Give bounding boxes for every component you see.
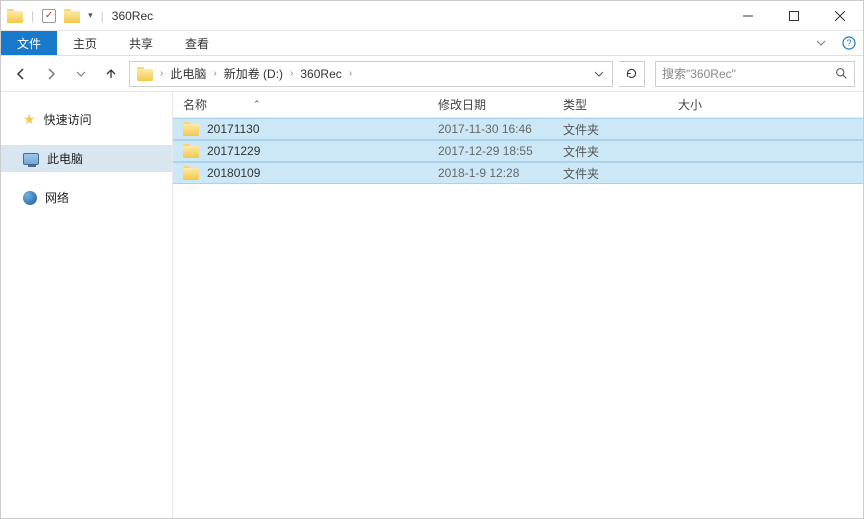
ribbon-tabs: 文件 主页 共享 查看 ?	[1, 31, 863, 56]
refresh-button[interactable]	[619, 61, 645, 87]
search-placeholder: 搜索"360Rec"	[662, 65, 736, 82]
help-icon[interactable]: ?	[835, 31, 863, 55]
qat-separator-2: |	[101, 9, 104, 23]
file-name: 20180109	[207, 166, 260, 180]
app-folder-icon	[7, 9, 23, 23]
sidebar-item-label: 网络	[45, 189, 69, 206]
breadcrumb[interactable]: › 此电脑 › 新加卷 (D:) › 360Rec ›	[129, 61, 613, 87]
monitor-icon	[23, 153, 39, 165]
file-list-pane: 名称 ⌃ 修改日期 类型 大小 20171130 2017-11-30 16:46…	[173, 92, 863, 518]
chevron-right-icon[interactable]: ›	[347, 68, 354, 79]
tab-file[interactable]: 文件	[1, 31, 57, 55]
navigation-bar: › 此电脑 › 新加卷 (D:) › 360Rec › 搜索"360Rec"	[1, 56, 863, 92]
sort-indicator-icon: ⌃	[253, 99, 261, 110]
tab-share[interactable]: 共享	[113, 31, 169, 55]
folder-icon	[183, 122, 199, 136]
table-row[interactable]: 20171229 2017-12-29 18:55文件夹	[173, 140, 863, 162]
sidebar-item-this-pc[interactable]: 此电脑	[1, 145, 172, 172]
sidebar-item-quick-access[interactable]: ★ 快速访问	[1, 106, 172, 133]
breadcrumb-root[interactable]	[132, 62, 158, 86]
tab-home[interactable]: 主页	[57, 31, 113, 55]
back-button[interactable]	[9, 62, 33, 86]
chevron-right-icon[interactable]: ›	[288, 68, 295, 79]
folder-icon	[137, 67, 153, 81]
new-folder-icon[interactable]	[64, 9, 80, 23]
column-header-size[interactable]: 大小	[678, 96, 863, 113]
folder-icon	[183, 166, 199, 180]
file-type: 文件夹	[563, 143, 678, 160]
column-header-type[interactable]: 类型	[563, 96, 678, 113]
minimize-button[interactable]	[725, 1, 771, 31]
forward-button[interactable]	[39, 62, 63, 86]
star-icon: ★	[23, 111, 36, 128]
sidebar-item-label: 快速访问	[44, 111, 92, 128]
svg-text:?: ?	[846, 38, 851, 48]
close-button[interactable]	[817, 1, 863, 31]
up-button[interactable]	[99, 62, 123, 86]
window-title: 360Rec	[112, 9, 153, 23]
navigation-pane: ★ 快速访问 此电脑 网络	[1, 92, 173, 518]
address-dropdown-icon[interactable]	[588, 69, 610, 79]
breadcrumb-thispc[interactable]: 此电脑	[165, 62, 211, 86]
tab-view[interactable]: 查看	[169, 31, 225, 55]
chevron-right-icon[interactable]: ›	[158, 68, 165, 79]
column-header-name[interactable]: 名称 ⌃	[183, 96, 438, 113]
file-name: 20171229	[207, 144, 260, 158]
file-type: 文件夹	[563, 165, 678, 182]
folder-icon	[183, 144, 199, 158]
file-date: 2017-11-30 16:46	[438, 122, 563, 136]
breadcrumb-drive[interactable]: 新加卷 (D:)	[219, 62, 288, 86]
search-input[interactable]: 搜索"360Rec"	[655, 61, 855, 87]
properties-icon[interactable]: ✓	[42, 9, 56, 23]
search-icon[interactable]	[835, 67, 848, 80]
explorer-body: ★ 快速访问 此电脑 网络 名称 ⌃ 修改日期 类型 大小 2017113020…	[1, 92, 863, 518]
table-row[interactable]: 20171130 2017-11-30 16:46文件夹	[173, 118, 863, 140]
table-row[interactable]: 20180109 2018-1-9 12:28文件夹	[173, 162, 863, 184]
qat-separator: |	[31, 9, 34, 23]
recent-locations-icon[interactable]	[69, 62, 93, 86]
file-date: 2018-1-9 12:28	[438, 166, 563, 180]
ribbon-expand-icon[interactable]	[807, 31, 835, 55]
file-name: 20171130	[207, 122, 260, 136]
maximize-button[interactable]	[771, 1, 817, 31]
sidebar-item-label: 此电脑	[47, 150, 83, 167]
network-icon	[23, 191, 37, 205]
file-type: 文件夹	[563, 121, 678, 138]
qat-dropdown-icon[interactable]: ▾	[88, 10, 93, 21]
chevron-right-icon[interactable]: ›	[211, 68, 218, 79]
file-rows: 201711302017-11-30 16:46文件夹201712292017-…	[173, 118, 863, 184]
sidebar-item-network[interactable]: 网络	[1, 184, 172, 211]
breadcrumb-folder[interactable]: 360Rec	[295, 62, 346, 86]
column-header-date[interactable]: 修改日期	[438, 96, 563, 113]
title-bar: | ✓ ▾ | 360Rec	[1, 1, 863, 31]
column-headers: 名称 ⌃ 修改日期 类型 大小	[173, 92, 863, 118]
file-date: 2017-12-29 18:55	[438, 144, 563, 158]
quick-access-toolbar: | ✓ ▾ |	[1, 9, 104, 23]
